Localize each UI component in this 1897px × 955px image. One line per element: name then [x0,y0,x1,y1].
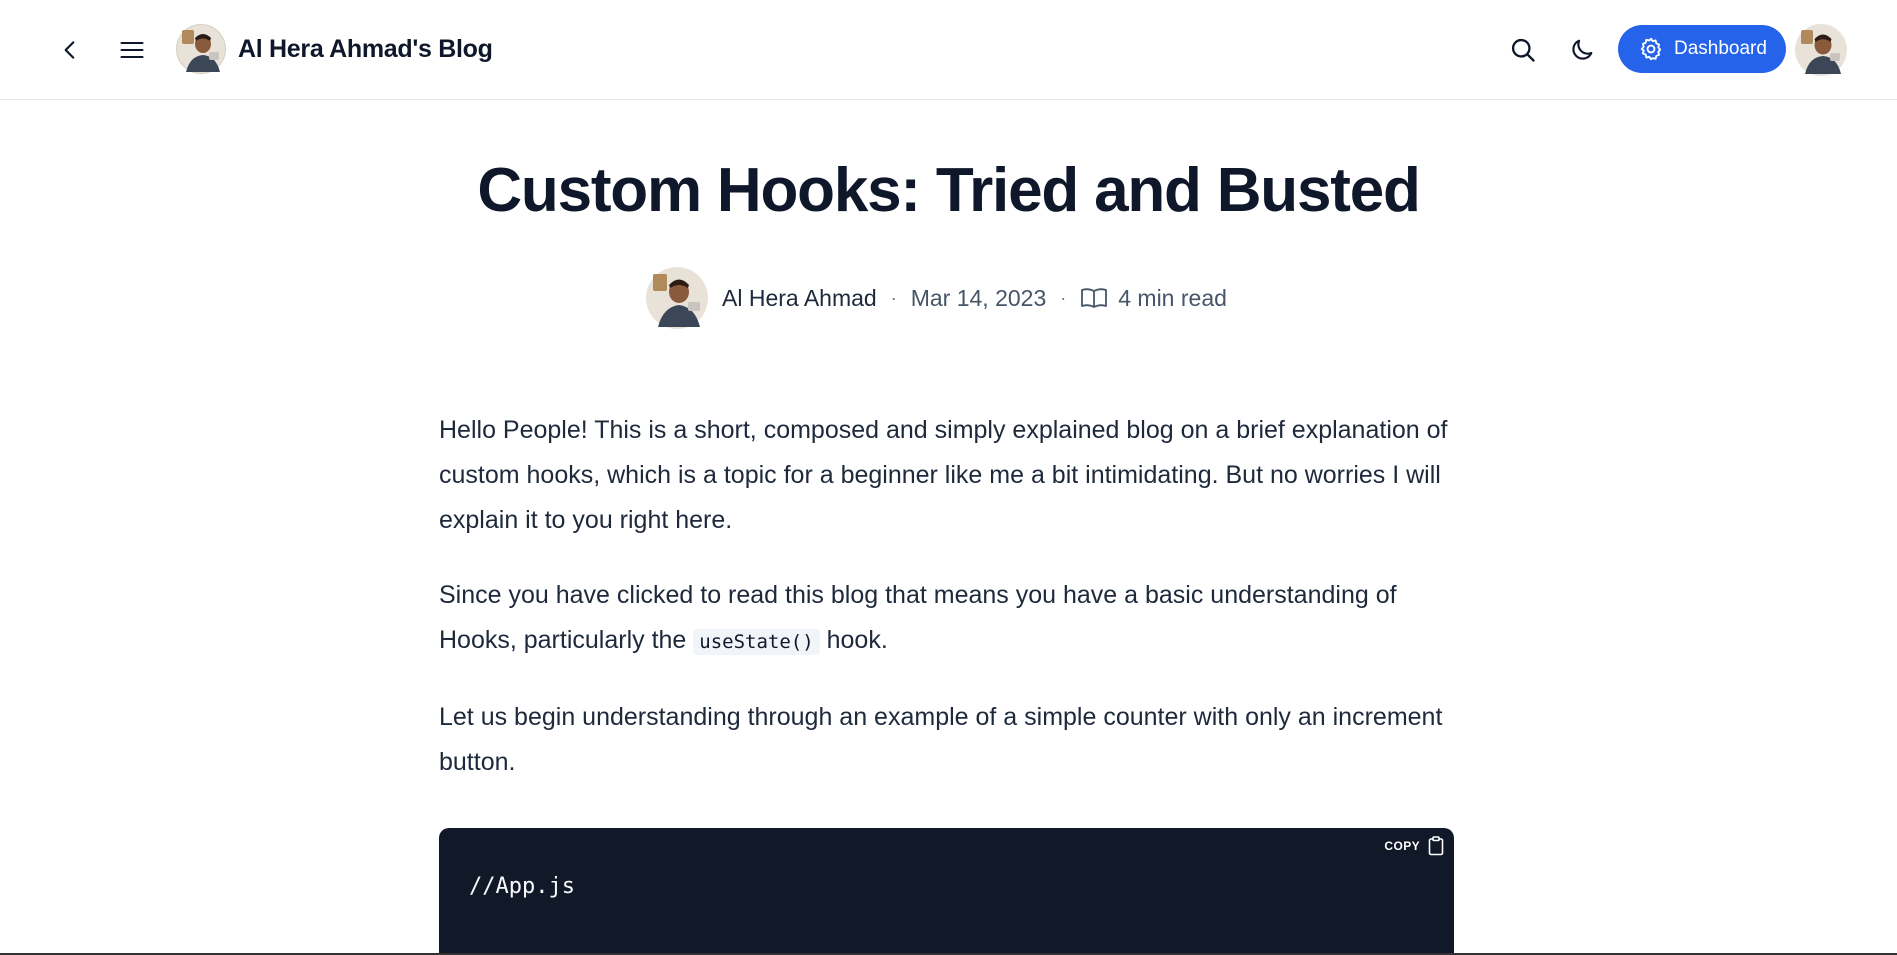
back-button[interactable] [46,26,94,74]
paragraph: Hello People! This is a short, composed … [439,416,1448,534]
chevron-left-icon [64,41,75,59]
meta-separator: · [1060,287,1067,308]
menu-button[interactable] [108,26,156,74]
theme-toggle-button[interactable] [1558,26,1606,74]
menu-icon [120,41,144,59]
author-avatar[interactable] [646,267,708,329]
clipboard-icon [1428,836,1444,856]
blog-brand-link[interactable]: Al Hera Ahmad's Blog [176,24,493,74]
code-block: COPY //App.js [439,828,1454,955]
gear-icon [1640,37,1662,61]
search-icon [1511,38,1535,62]
search-button[interactable] [1499,26,1547,74]
dashboard-label: Dashboard [1674,38,1767,59]
paragraph-text: Since you have clicked to read this blog… [439,581,1397,654]
user-avatar[interactable] [1795,24,1847,76]
book-open-icon [1081,288,1108,308]
blog-title: Al Hera Ahmad's Blog [238,34,493,63]
blog-logo-avatar [176,24,226,74]
dashboard-button[interactable]: Dashboard [1618,25,1786,73]
author-name[interactable]: Al Hera Ahmad [722,285,877,312]
top-navbar: Al Hera Ahmad's Blog Dashboard [0,0,1897,100]
article-meta: Al Hera Ahmad · Mar 14, 2023 · 4 min rea… [646,266,1227,330]
meta-separator: · [890,287,897,308]
read-time: 4 min read [1118,284,1227,311]
copy-label: COPY [1384,839,1420,853]
paragraph: Let us begin understanding through an ex… [439,703,1443,776]
inline-code: useState() [693,629,820,655]
paragraph: Since you have clicked to read this blog… [439,573,1459,665]
code-line: //App.js [469,874,575,899]
paragraph-text: hook. [819,626,888,654]
moon-icon [1572,39,1593,60]
copy-code-button[interactable]: COPY [1384,836,1444,856]
article-body: Hello People! This is a short, composed … [439,408,1459,815]
article-title: Custom Hooks: Tried and Busted [477,156,1421,225]
publish-date: Mar 14, 2023 [910,284,1047,311]
